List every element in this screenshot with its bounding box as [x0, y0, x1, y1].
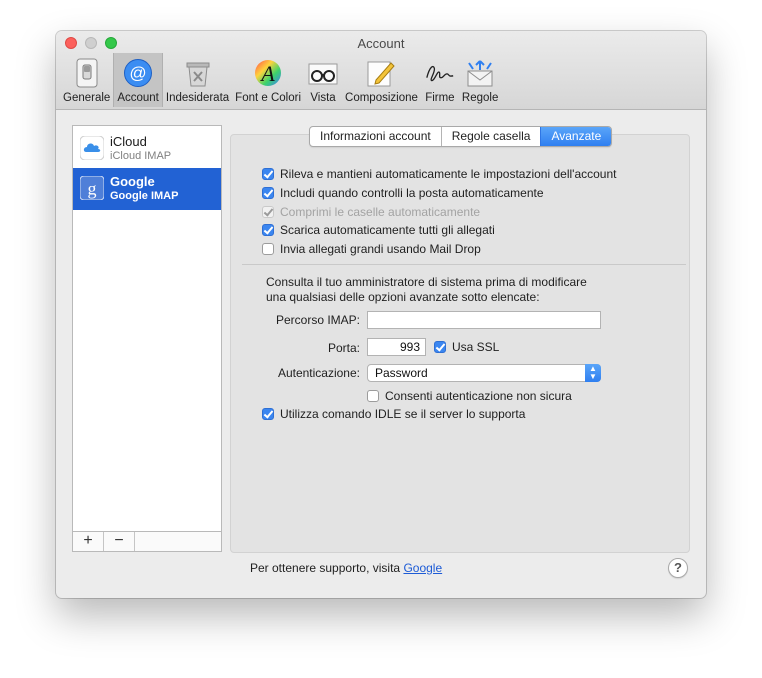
svg-text:g: g [88, 179, 97, 199]
toolbar-item-font-colori[interactable]: A Font e Colori [232, 53, 304, 107]
account-type: Google IMAP [110, 190, 179, 202]
account-name: iCloud [110, 134, 147, 149]
toolbar-label: Vista [310, 92, 336, 104]
auto-detect-option: Rileva e mantieni automaticamente le imp… [262, 166, 616, 182]
remove-account-button[interactable]: − [104, 532, 135, 551]
download-attachments-option: Scarica automaticamente tutti gli allega… [262, 222, 495, 238]
add-account-button[interactable]: + [73, 532, 104, 551]
download-attachments-label: Scarica automaticamente tutti gli allega… [280, 223, 495, 237]
junk-trash-icon [182, 57, 214, 89]
window-title: Account [357, 36, 405, 51]
include-check-checkbox[interactable] [262, 187, 274, 199]
port-input[interactable] [367, 338, 426, 356]
toolbar-label: Firme [425, 92, 455, 104]
toolbar-label: Indesiderata [165, 92, 230, 104]
help-button[interactable]: ? [668, 558, 688, 578]
auth-select[interactable]: Password ▲ ▼ [367, 364, 601, 382]
port-label: Porta: [327, 341, 360, 355]
google-icon: g [79, 175, 105, 201]
signature-icon [424, 57, 456, 89]
at-sign-icon: @ [122, 57, 154, 89]
imap-path-label: Percorso IMAP: [275, 313, 360, 327]
ssl-label: Usa SSL [452, 340, 500, 354]
pencil-icon [365, 57, 397, 89]
preferences-window: Account Generale @ Account Indesiderata … [56, 31, 706, 598]
support-text: Per ottenere supporto, visita [250, 561, 401, 575]
auth-label: Autenticazione: [277, 366, 360, 380]
account-name: Google [110, 174, 155, 189]
mail-drop-label: Invia allegati grandi usando Mail Drop [280, 242, 481, 256]
accounts-list: iCloud iCloud IMAP g Google Google IMAP … [72, 125, 222, 552]
insecure-auth-label: Consenti autenticazione non sicura [385, 389, 572, 403]
support-link[interactable]: Google [403, 561, 442, 575]
auto-detect-checkbox[interactable] [262, 168, 274, 180]
toolbar-label: Font e Colori [235, 92, 302, 104]
accounts-list-footer: + − [73, 531, 221, 551]
include-check-label: Includi quando controlli la posta automa… [280, 186, 544, 200]
section-divider [242, 264, 686, 265]
auto-detect-label: Rileva e mantieni automaticamente le imp… [280, 167, 617, 181]
account-tabs: Informazioni account Regole casella Avan… [309, 126, 613, 147]
compact-option: Comprimi le caselle automaticamente [262, 204, 480, 220]
tab-avanzate[interactable]: Avanzate [540, 127, 612, 146]
ssl-checkbox[interactable] [434, 341, 446, 353]
switch-icon [71, 57, 103, 89]
glasses-icon [307, 57, 339, 89]
ssl-option: Usa SSL [434, 339, 499, 355]
note-line-1: Consulta il tuo amministratore di sistem… [266, 275, 587, 289]
tab-regole-casella[interactable]: Regole casella [440, 127, 541, 146]
toolbar-label: Account [117, 92, 159, 104]
idle-option: Utilizza comando IDLE se il server lo su… [262, 406, 525, 422]
note-line-2: una qualsiasi delle opzioni avanzate sot… [266, 290, 540, 304]
account-type: iCloud IMAP [110, 150, 172, 162]
rules-envelope-icon [464, 57, 496, 89]
select-arrows-icon: ▲ ▼ [585, 364, 601, 382]
toolbar-item-composizione[interactable]: Composizione [342, 53, 421, 107]
toolbar-item-vista[interactable]: Vista [304, 53, 342, 107]
svg-text:@: @ [129, 64, 146, 83]
toolbar-label: Generale [63, 92, 111, 104]
toolbar-item-regole[interactable]: Regole [459, 53, 501, 107]
toolbar-item-generale[interactable]: Generale [60, 53, 113, 107]
account-item-google[interactable]: g Google Google IMAP [73, 168, 221, 210]
idle-checkbox[interactable] [262, 408, 274, 420]
idle-label: Utilizza comando IDLE se il server lo su… [280, 407, 526, 421]
icloud-icon [79, 135, 105, 161]
mail-drop-option: Invia allegati grandi usando Mail Drop [262, 241, 481, 257]
mail-drop-checkbox[interactable] [262, 243, 274, 255]
tab-informazioni-account[interactable]: Informazioni account [310, 127, 441, 146]
insecure-auth-checkbox[interactable] [367, 390, 379, 402]
imap-path-input[interactable] [367, 311, 601, 329]
toolbar-label: Composizione [345, 92, 418, 104]
insecure-auth-option: Consenti autenticazione non sicura [367, 388, 572, 404]
font-colors-icon: A [252, 57, 284, 89]
advanced-warning-note: Consulta il tuo amministratore di sistem… [266, 275, 587, 305]
toolbar-item-account[interactable]: @ Account [113, 53, 163, 107]
compact-label: Comprimi le caselle automaticamente [280, 205, 481, 219]
svg-text:A: A [259, 61, 275, 86]
download-attachments-checkbox[interactable] [262, 224, 274, 236]
toolbar-item-indesiderata[interactable]: Indesiderata [163, 53, 232, 107]
include-check-option: Includi quando controlli la posta automa… [262, 185, 544, 201]
compact-checkbox [262, 206, 274, 218]
preferences-toolbar: Generale @ Account Indesiderata A Font e… [60, 53, 501, 107]
support-footer: Per ottenere supporto, visita Google [250, 561, 442, 575]
toolbar-item-firme[interactable]: Firme [421, 53, 459, 107]
toolbar-label: Regole [461, 92, 499, 104]
titlebar: Account Generale @ Account Indesiderata … [56, 31, 706, 110]
account-item-icloud[interactable]: iCloud iCloud IMAP [73, 128, 221, 170]
auth-selected-value: Password [375, 366, 428, 380]
